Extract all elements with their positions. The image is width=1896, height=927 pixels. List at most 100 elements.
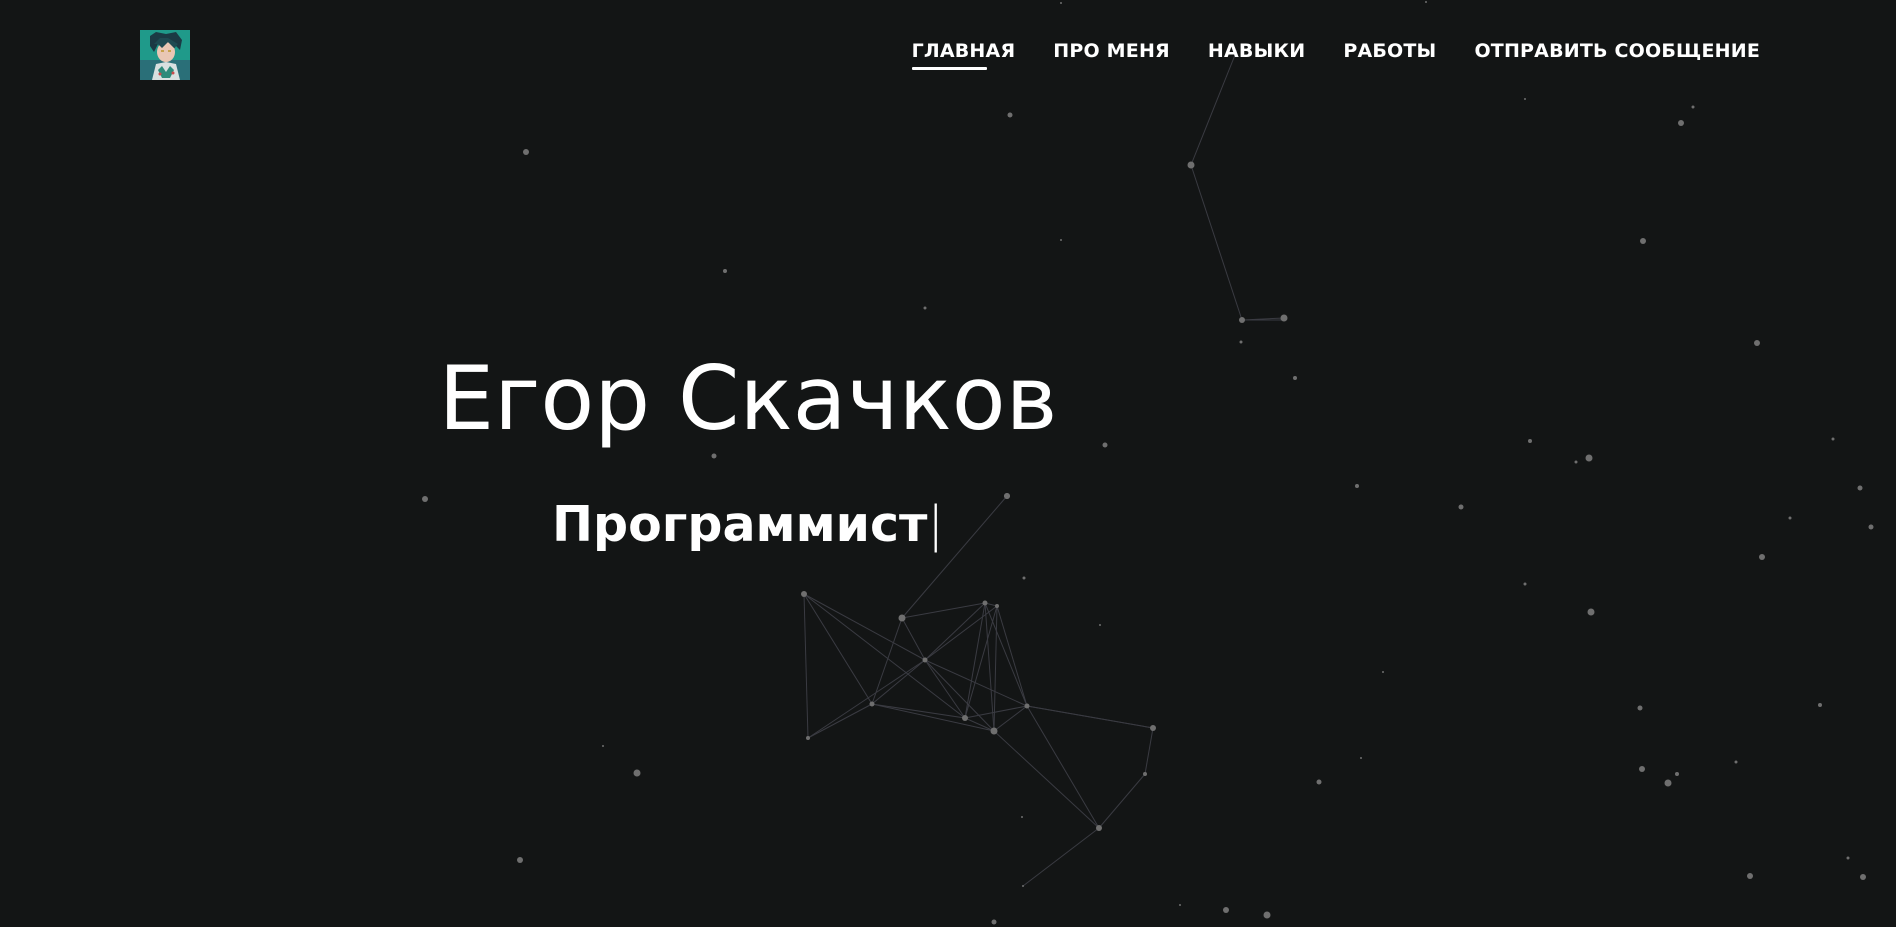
particle-dot — [991, 919, 997, 925]
particle-dot — [801, 591, 807, 597]
particle-dot — [898, 614, 906, 622]
particle-dot — [806, 736, 810, 740]
particle-dot — [923, 306, 927, 310]
particle-link — [1098, 773, 1146, 829]
particle-dot — [1102, 442, 1108, 448]
particle-dot — [1382, 671, 1384, 673]
particle-link — [964, 717, 995, 732]
particle-dot — [1664, 779, 1672, 787]
particle-dot — [1831, 437, 1835, 441]
particle-dot — [1678, 120, 1684, 126]
particle-link — [871, 703, 995, 732]
particle-dot — [1099, 624, 1101, 626]
particle-link — [996, 605, 1028, 707]
particle-dot — [602, 745, 604, 747]
particles-background — [422, 1, 1874, 925]
particle-dot — [1524, 98, 1526, 100]
particle-dot — [1179, 904, 1181, 906]
particle-dot — [1355, 484, 1359, 488]
particle-dot — [1574, 460, 1578, 464]
particle-dot — [982, 600, 988, 606]
particle-link — [1026, 705, 1154, 729]
hero-subtitle: Программист| — [0, 500, 1696, 549]
particle-dot — [1759, 554, 1765, 560]
particle-dot — [1187, 161, 1195, 169]
particle-dot — [1007, 112, 1013, 118]
particle-dot — [1060, 239, 1062, 241]
particle-dot — [995, 604, 999, 608]
particle-link — [1144, 727, 1154, 775]
particle-link — [807, 659, 926, 739]
avatar-logo-icon — [140, 30, 190, 80]
particle-link — [803, 593, 873, 705]
nav-item-contact[interactable]: ОТПРАВИТЬ СООБЩЕНИЕ — [1474, 40, 1760, 70]
particle-dot — [523, 149, 529, 155]
particle-link — [803, 593, 809, 739]
particle-dot — [1096, 825, 1102, 831]
particle-dot — [1239, 317, 1245, 323]
particle-dot — [1060, 2, 1062, 4]
particle-dot — [1691, 105, 1695, 109]
particle-dot — [517, 857, 523, 863]
particle-dot — [1868, 524, 1874, 530]
particle-dot — [1004, 493, 1010, 499]
particle-dot — [1639, 766, 1645, 772]
particle-dot — [1523, 582, 1527, 586]
hero-subtitle-text: Программист — [552, 496, 928, 553]
main-nav: ГЛАВНАЯ ПРО МЕНЯ НАВЫКИ РАБОТЫ ОТПРАВИТЬ… — [874, 40, 1760, 70]
particle-dot — [1021, 816, 1023, 818]
particle-dot — [962, 715, 968, 721]
particle-link — [803, 593, 966, 719]
particle-dot — [1587, 608, 1595, 616]
particle-link — [964, 602, 986, 719]
nav-item-skills[interactable]: НАВЫКИ — [1208, 40, 1305, 70]
particle-dot — [1425, 1, 1427, 3]
particle-dot — [1024, 703, 1030, 709]
particle-dot — [1263, 911, 1271, 919]
particle-dot — [1150, 725, 1156, 731]
particle-dot — [1734, 760, 1738, 764]
particle-link — [807, 703, 873, 739]
particle-dot — [1223, 907, 1229, 913]
particle-link — [871, 703, 966, 719]
particle-link — [993, 705, 1028, 732]
particle-link — [901, 602, 986, 619]
particle-link — [964, 705, 1028, 719]
particle-dot — [1637, 705, 1643, 711]
particle-dot — [1860, 874, 1866, 880]
particle-dot — [1675, 772, 1679, 776]
particle-dot — [1360, 757, 1362, 759]
particle-dot — [1022, 576, 1026, 580]
particle-dot — [1316, 779, 1322, 785]
particle-dot — [1818, 703, 1822, 707]
particle-link — [993, 730, 1100, 829]
hero-name: Егор Скачков — [438, 347, 1058, 450]
particle-dot — [1754, 340, 1760, 346]
particle-link — [1022, 827, 1100, 887]
nav-item-works[interactable]: РАБОТЫ — [1343, 40, 1436, 70]
nav-item-home[interactable]: ГЛАВНАЯ — [911, 40, 1016, 70]
particle-dot — [1022, 885, 1024, 887]
particle-dot — [1585, 454, 1593, 462]
particle-link — [1190, 164, 1243, 321]
particle-link — [924, 602, 986, 661]
particle-dot — [1857, 485, 1863, 491]
particle-dot — [1640, 238, 1646, 244]
typing-cursor: | — [927, 496, 944, 553]
particle-dot — [990, 727, 998, 735]
particle-dot — [922, 657, 928, 663]
particle-dot — [869, 701, 875, 707]
particle-dot — [723, 269, 727, 273]
particle-dot — [633, 769, 641, 777]
page: ГЛАВНАЯ ПРО МЕНЯ НАВЫКИ РАБОТЫ ОТПРАВИТЬ… — [0, 0, 1896, 927]
particle-dot — [1143, 772, 1147, 776]
particle-link — [1026, 705, 1100, 829]
particle-dot — [1788, 516, 1792, 520]
particle-dot — [1280, 314, 1288, 322]
particle-dot — [1846, 856, 1850, 860]
nav-item-about[interactable]: ПРО МЕНЯ — [1053, 40, 1170, 70]
particle-dot — [1239, 340, 1243, 344]
particle-dot — [711, 453, 717, 459]
particle-dot — [1747, 873, 1753, 879]
site-logo[interactable] — [140, 30, 190, 80]
